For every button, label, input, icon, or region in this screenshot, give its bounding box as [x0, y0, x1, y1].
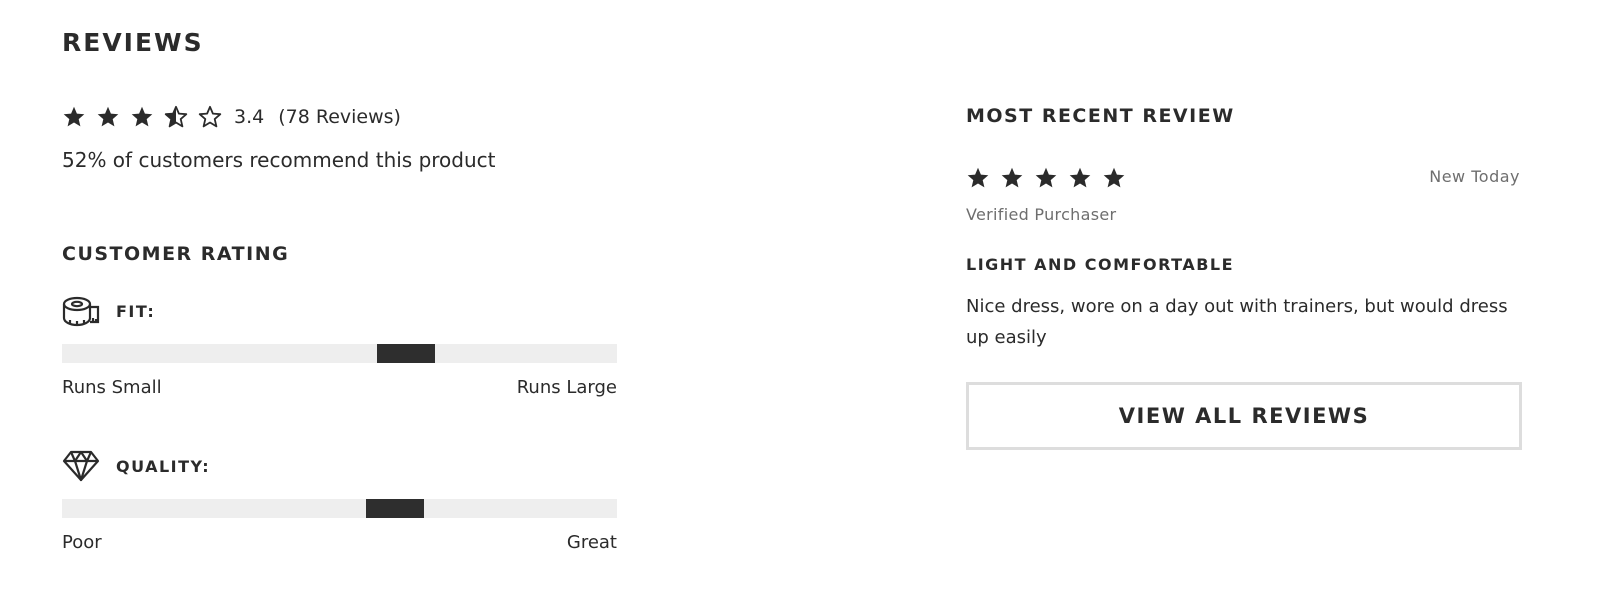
fit-label: FIT: — [116, 301, 156, 321]
review-headline: LIGHT AND COMFORTABLE — [966, 255, 1235, 274]
summary-stars — [62, 105, 232, 129]
quality-scale: Poor Great — [62, 532, 617, 553]
review-date: New Today — [1429, 167, 1520, 186]
quality-max-label: Great — [566, 532, 617, 553]
star-full-icon — [1034, 166, 1058, 190]
fit-rating: FIT: Runs Small Runs Large — [62, 292, 617, 398]
quality-label: QUALITY: — [116, 456, 211, 476]
quality-rating-header: QUALITY: — [62, 447, 617, 485]
verified-purchaser-badge: Verified Purchaser — [966, 205, 1117, 224]
fit-scale: Runs Small Runs Large — [62, 377, 617, 398]
reviews-section: REVIEWS 3.4 (78 Reviews) 52% of customer… — [0, 0, 1600, 599]
review-count: (78 Reviews) — [278, 106, 401, 128]
review-body: Nice dress, wore on a day out with train… — [966, 296, 1508, 348]
fit-slider-track — [62, 344, 617, 363]
tape-measure-icon — [62, 294, 100, 328]
average-rating: 3.4 — [234, 106, 265, 128]
most-recent-review-title: MOST RECENT REVIEW — [966, 105, 1235, 127]
star-full-icon — [1102, 166, 1126, 190]
quality-slider-marker — [366, 499, 424, 518]
quality-min-label: Poor — [62, 532, 102, 553]
star-empty-icon — [198, 105, 222, 129]
star-full-icon — [1000, 166, 1024, 190]
rating-summary: 3.4 (78 Reviews) — [62, 100, 401, 134]
star-full-icon — [966, 166, 990, 190]
quality-slider-track — [62, 499, 617, 518]
diamond-icon — [62, 449, 100, 483]
fit-min-label: Runs Small — [62, 377, 162, 398]
fit-slider-marker — [377, 344, 435, 363]
star-half-icon — [164, 105, 188, 129]
star-full-icon — [62, 105, 86, 129]
star-full-icon — [1068, 166, 1092, 190]
fit-max-label: Runs Large — [516, 377, 617, 398]
customer-rating-title: CUSTOMER RATING — [62, 243, 290, 265]
reviews-title: REVIEWS — [62, 28, 204, 57]
star-full-icon — [130, 105, 154, 129]
quality-rating: QUALITY: Poor Great — [62, 447, 617, 553]
fit-rating-header: FIT: — [62, 292, 617, 330]
recommend-percentage: 52% of customers recommend this product — [62, 148, 496, 172]
view-all-reviews-button[interactable]: VIEW ALL REVIEWS — [966, 382, 1522, 450]
star-full-icon — [96, 105, 120, 129]
recent-review-stars — [966, 166, 1136, 190]
